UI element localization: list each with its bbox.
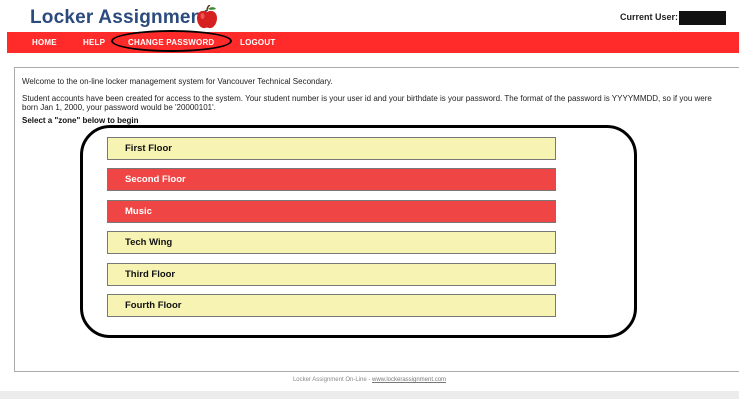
bottom-bar — [0, 391, 739, 399]
apple-icon — [197, 5, 217, 29]
zone-button-tech-wing[interactable]: Tech Wing — [107, 231, 556, 254]
footer-link[interactable]: www.lockerassignment.com — [372, 377, 446, 383]
zone-button-second-floor[interactable]: Second Floor — [107, 168, 556, 191]
nav-logout[interactable]: LOGOUT — [240, 38, 275, 47]
current-user-value-redacted — [679, 11, 726, 25]
footer-text: Locker Assignment On-Line - — [292, 377, 372, 383]
app-title: Locker Assignment — [30, 7, 210, 28]
welcome-text: Welcome to the on-line locker management… — [22, 77, 333, 86]
nav-home[interactable]: HOME — [32, 38, 57, 47]
select-zone-prompt: Select a "zone" below to begin — [22, 116, 139, 125]
zone-button-first-floor[interactable]: First Floor — [107, 137, 556, 160]
zone-button-third-floor[interactable]: Third Floor — [107, 263, 556, 286]
header: Locker Assignment Current User: — [0, 0, 739, 32]
nav-help[interactable]: HELP — [83, 38, 105, 47]
account-info-text: Student accounts have been created for a… — [22, 94, 712, 112]
zone-button-fourth-floor[interactable]: Fourth Floor — [107, 294, 556, 317]
change-password-highlight-circle — [111, 30, 232, 52]
current-user-label: Current User: — [620, 12, 679, 22]
zone-button-music[interactable]: Music — [107, 200, 556, 223]
footer: Locker Assignment On-Line - www.lockeras… — [0, 377, 739, 383]
